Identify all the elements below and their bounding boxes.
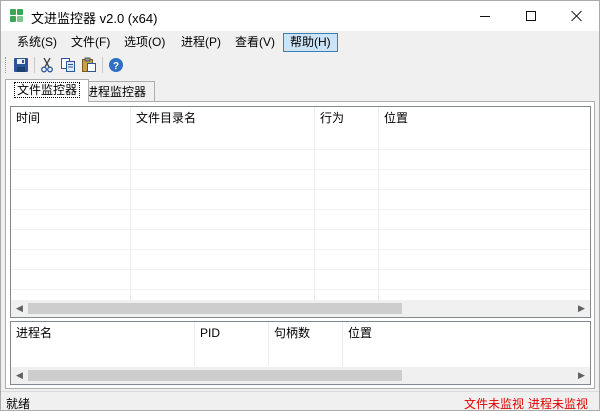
grid-row-line — [11, 229, 590, 230]
status-text: 就绪 — [6, 397, 31, 411]
process-table-header: 进程名 PID 句柄数 位置 — [11, 322, 590, 344]
toolbar-separator — [102, 57, 103, 73]
grid-row-line — [11, 209, 590, 210]
column-time[interactable]: 时间 — [11, 107, 40, 129]
column-pid[interactable]: PID — [195, 322, 220, 344]
grid-row-line — [11, 269, 590, 270]
scroll-left-icon[interactable]: ◀ — [11, 300, 28, 317]
menu-process[interactable]: 进程(P) — [175, 33, 227, 52]
paste-icon[interactable] — [81, 57, 97, 73]
file-table-header: 时间 文件目录名 行为 位置 — [11, 107, 590, 129]
copy-icon[interactable] — [60, 57, 76, 73]
scroll-thumb[interactable] — [28, 370, 402, 381]
menu-bar: 系统(S) 文件(F) 选项(O) 进程(P) 查看(V) 帮助(H) — [1, 31, 599, 53]
grid-row-line — [11, 289, 590, 290]
column-divider — [314, 107, 315, 300]
menu-options[interactable]: 选项(O) — [118, 33, 171, 52]
file-table-horizontal-scrollbar[interactable]: ◀ ▶ — [11, 300, 590, 317]
scroll-right-icon[interactable]: ▶ — [573, 300, 590, 317]
maximize-icon — [526, 11, 536, 21]
status-bar: 就绪 文件未监视 进程未监视 — [1, 391, 599, 411]
help-icon[interactable]: ? — [108, 57, 124, 73]
close-button[interactable] — [554, 1, 599, 31]
column-divider — [378, 107, 379, 300]
column-divider — [268, 322, 269, 366]
app-logo-icon — [10, 9, 24, 23]
toolbar: ? — [1, 54, 599, 76]
tab-label: 文件监控器 — [14, 82, 81, 98]
main-window: 文进监控器 v2.0 (x64) 系统(S) 文件(F) 选项(O) 进程(P)… — [0, 0, 600, 411]
maximize-button[interactable] — [508, 1, 554, 31]
title-bar[interactable]: 文进监控器 v2.0 (x64) — [1, 1, 599, 31]
menu-view[interactable]: 查看(V) — [229, 33, 281, 52]
grid-row-line — [11, 189, 590, 190]
column-divider — [342, 322, 343, 366]
file-table[interactable]: 时间 文件目录名 行为 位置 ◀ ▶ — [10, 106, 591, 318]
grid-row-line — [11, 169, 590, 170]
cut-icon[interactable] — [39, 57, 55, 73]
menu-file[interactable]: 文件(F) — [65, 33, 116, 52]
column-action[interactable]: 行为 — [315, 107, 344, 129]
column-divider — [194, 322, 195, 366]
minimize-button[interactable] — [462, 1, 508, 31]
toolbar-grip[interactable] — [5, 57, 7, 73]
column-divider — [130, 107, 131, 300]
process-table-horizontal-scrollbar[interactable]: ◀ ▶ — [11, 367, 590, 384]
grid-row-line — [11, 249, 590, 250]
grid-row-line — [11, 149, 590, 150]
scroll-left-icon[interactable]: ◀ — [11, 367, 28, 384]
save-icon[interactable] — [13, 57, 29, 73]
menu-help[interactable]: 帮助(H) — [283, 33, 338, 52]
tab-panel-file-monitor: 时间 文件目录名 行为 位置 ◀ ▶ 进程名 PID 句柄数 位置 ◀ ▶ — [5, 101, 595, 389]
tab-label: 进程监控器 — [86, 85, 147, 99]
process-table[interactable]: 进程名 PID 句柄数 位置 ◀ ▶ — [10, 321, 591, 385]
process-monitor-status: 进程未监视 — [528, 397, 589, 411]
file-monitor-status: 文件未监视 — [464, 397, 525, 411]
scroll-thumb[interactable] — [28, 303, 402, 314]
minimize-icon — [480, 15, 490, 17]
column-file-path[interactable]: 文件目录名 — [131, 107, 196, 129]
menu-system[interactable]: 系统(S) — [11, 33, 63, 52]
toolbar-separator — [34, 57, 35, 73]
column-location[interactable]: 位置 — [379, 107, 408, 129]
close-icon — [571, 10, 583, 22]
window-title: 文进监控器 v2.0 (x64) — [31, 11, 158, 26]
column-process-name[interactable]: 进程名 — [11, 322, 52, 344]
column-location[interactable]: 位置 — [343, 322, 372, 344]
svg-text:?: ? — [113, 61, 119, 72]
tab-file-monitor[interactable]: 文件监控器 — [5, 79, 90, 102]
scroll-right-icon[interactable]: ▶ — [573, 367, 590, 384]
column-handle-count[interactable]: 句柄数 — [269, 322, 310, 344]
